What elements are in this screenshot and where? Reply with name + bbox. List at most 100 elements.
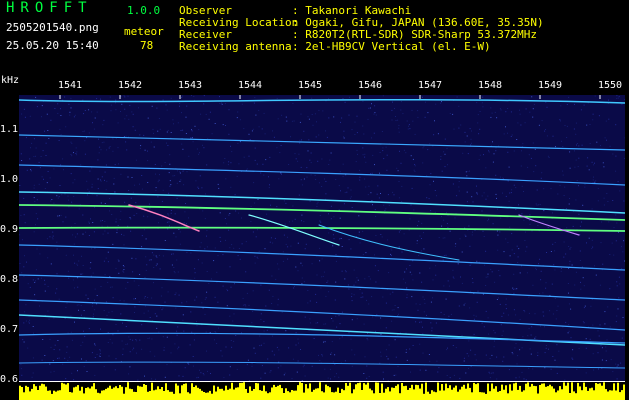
noise-speck [237, 111, 239, 113]
noise-speck [29, 319, 31, 321]
noise-speck [351, 319, 353, 321]
noise-speck [115, 324, 117, 325]
amplitude-bar-segment [341, 388, 343, 400]
noise-speck [280, 172, 282, 174]
noise-speck [108, 311, 110, 313]
noise-speck [447, 280, 449, 282]
noise-speck [393, 309, 395, 311]
amplitude-bar-segment [415, 384, 417, 400]
noise-speck [221, 103, 223, 105]
noise-speck [372, 204, 373, 206]
noise-speck [55, 292, 57, 294]
noise-speck [243, 128, 245, 130]
noise-speck [93, 231, 95, 233]
noise-speck [24, 116, 26, 118]
noise-speck [340, 190, 341, 192]
noise-speck [367, 118, 369, 120]
noise-speck [20, 153, 22, 155]
noise-speck [378, 197, 380, 199]
noise-speck [124, 108, 126, 110]
noise-speck [530, 353, 532, 355]
noise-speck [86, 194, 88, 196]
noise-speck [238, 163, 240, 165]
noise-speck [70, 97, 72, 99]
noise-speck [265, 305, 267, 307]
noise-speck [524, 122, 526, 124]
noise-speck [505, 111, 507, 113]
noise-speck [29, 115, 31, 117]
noise-speck [214, 296, 216, 298]
amplitude-bar-segment [527, 382, 529, 400]
noise-speck [182, 148, 184, 150]
noise-speck [417, 116, 419, 118]
noise-speck [343, 203, 345, 205]
amplitude-bar-segment [435, 392, 437, 400]
noise-speck [197, 259, 199, 261]
noise-speck [589, 124, 591, 125]
noise-speck [444, 166, 446, 168]
noise-speck [120, 313, 122, 315]
noise-speck [271, 275, 273, 277]
amplitude-bar-segment [455, 385, 457, 400]
trace-0-66 [19, 332, 625, 344]
noise-speck [162, 99, 164, 101]
noise-speck [411, 187, 413, 189]
noise-speck [492, 161, 494, 163]
noise-speck [421, 238, 422, 239]
noise-speck [519, 109, 520, 111]
noise-speck [583, 104, 585, 106]
noise-speck [158, 254, 160, 256]
amplitude-bar-segment [125, 387, 127, 400]
noise-speck [107, 342, 109, 343]
noise-speck [82, 273, 84, 275]
noise-speck [406, 297, 408, 299]
noise-speck [281, 311, 283, 313]
noise-speck [528, 367, 530, 369]
amplitude-bar-segment [317, 388, 319, 400]
noise-speck [458, 105, 460, 107]
noise-speck [423, 232, 424, 234]
noise-speck [440, 156, 442, 157]
noise-speck [395, 116, 396, 117]
noise-speck [35, 280, 37, 282]
amplitude-bar-segment [193, 387, 195, 400]
noise-speck [574, 166, 576, 168]
noise-speck [349, 96, 350, 98]
noise-speck [177, 326, 179, 328]
noise-speck [327, 377, 329, 379]
noise-speck [623, 200, 625, 202]
noise-speck [522, 146, 524, 147]
noise-speck [297, 160, 299, 162]
amplitude-bar-segment [315, 388, 317, 400]
meteor-trail-3 [318, 224, 460, 261]
noise-speck [321, 276, 323, 278]
noise-speck [341, 311, 343, 313]
noise-speck [80, 314, 82, 316]
noise-speck [575, 271, 577, 273]
noise-speck [266, 329, 268, 331]
noise-speck [180, 130, 182, 131]
noise-speck [547, 227, 549, 228]
noise-speck [503, 251, 505, 253]
amplitude-bar-segment [355, 384, 357, 400]
noise-speck [311, 114, 313, 115]
noise-speck [410, 204, 412, 206]
noise-speck [568, 96, 570, 98]
noise-speck [57, 103, 59, 105]
noise-speck [364, 178, 366, 180]
noise-speck [96, 295, 98, 296]
amplitude-bar-segment [31, 388, 33, 400]
noise-speck [269, 241, 271, 243]
noise-speck [528, 312, 530, 314]
noise-speck [499, 108, 501, 110]
noise-speck [107, 281, 109, 283]
noise-speck [427, 112, 429, 114]
noise-speck [114, 164, 116, 166]
amplitude-bar-segment [281, 388, 283, 400]
noise-speck [226, 223, 228, 225]
noise-speck [363, 373, 365, 374]
noise-speck [498, 270, 500, 271]
noise-speck [96, 353, 98, 355]
noise-speck [266, 213, 268, 215]
amplitude-bar-segment [85, 388, 87, 400]
